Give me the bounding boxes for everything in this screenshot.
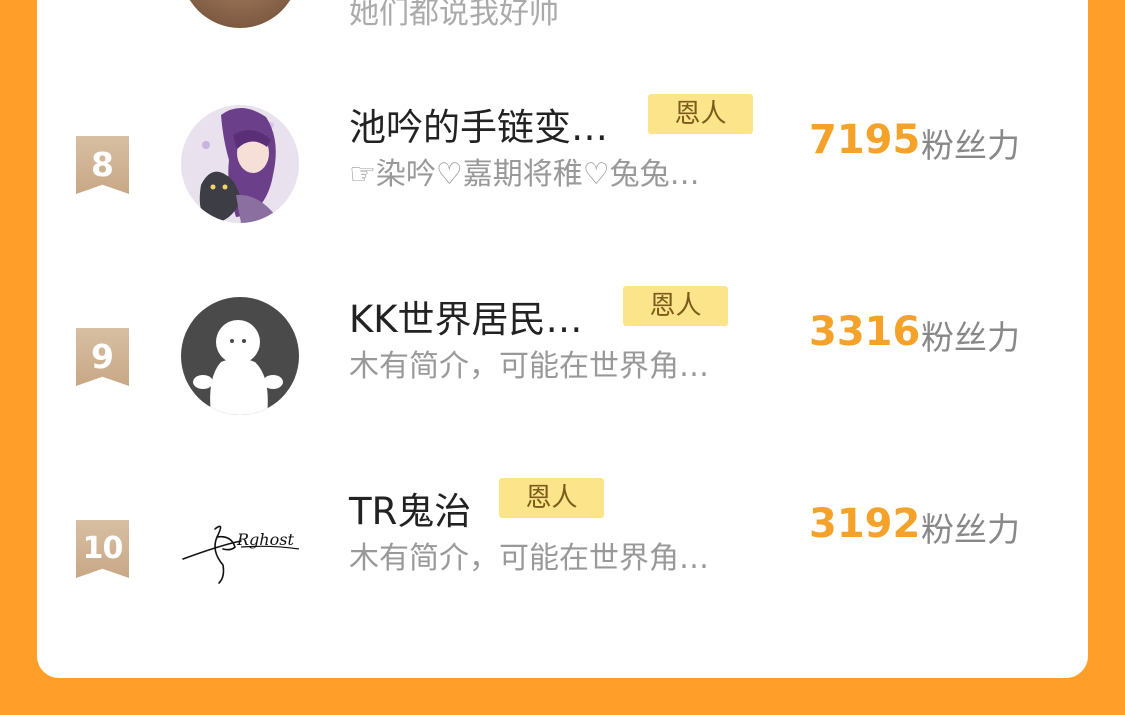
list-item[interactable]: 9 KK世界居民… 恩人 木有简介，可能在世界角… 3316 粉丝力 — [37, 286, 1088, 467]
benefactor-badge: 恩人 — [623, 286, 728, 326]
user-bio: 木有简介，可能在世界角… — [349, 349, 709, 384]
list-item[interactable]: 8 池吟的手链变… 恩人 ☞染吟♡嘉期将稚♡兔兔… 7195 粉丝力 — [37, 94, 1088, 275]
default-avatar-icon — [181, 297, 299, 415]
benefactor-badge: 恩人 — [499, 478, 604, 518]
list-item[interactable]: 10 Rghost TR鬼治 恩人 木有简介，可能在世界角… 3192 粉丝力 — [37, 478, 1088, 659]
fan-power-score: 3316 — [809, 309, 921, 355]
signature-text: Rghost — [236, 530, 294, 549]
user-name[interactable]: TR鬼治 — [349, 481, 471, 535]
fan-ranking-card: 她们都说我好帅 8 池吟的手链变… 恩人 ☞染吟♡嘉期将稚♡兔兔… 7195 粉… — [37, 0, 1088, 678]
user-bio: 木有简介，可能在世界角… — [349, 541, 709, 576]
user-name[interactable]: KK世界居民… — [349, 289, 583, 343]
fan-power-unit: 粉丝力 — [921, 318, 1020, 357]
list-item[interactable]: 她们都说我好帅 — [37, 0, 1088, 31]
user-bio: ☞染吟♡嘉期将稚♡兔兔… — [349, 157, 700, 192]
fan-power-score: 7195 — [809, 117, 921, 163]
avatar[interactable] — [181, 0, 299, 28]
avatar[interactable]: Rghost — [181, 489, 299, 607]
benefactor-badge: 恩人 — [648, 94, 753, 134]
fan-power-unit: 粉丝力 — [921, 510, 1020, 549]
avatar-illustration-icon — [181, 105, 299, 223]
user-name[interactable]: 池吟的手链变… — [349, 97, 608, 151]
rank-badge: 8 — [76, 136, 129, 194]
fan-power-unit: 粉丝力 — [921, 126, 1020, 165]
rank-badge: 10 — [76, 520, 129, 578]
user-bio: 她们都说我好帅 — [349, 0, 559, 31]
avatar[interactable] — [181, 297, 299, 415]
avatar[interactable] — [181, 105, 299, 223]
rank-badge: 9 — [76, 328, 129, 386]
fan-power-score: 3192 — [809, 501, 921, 547]
signature-avatar-icon: Rghost — [181, 489, 299, 607]
